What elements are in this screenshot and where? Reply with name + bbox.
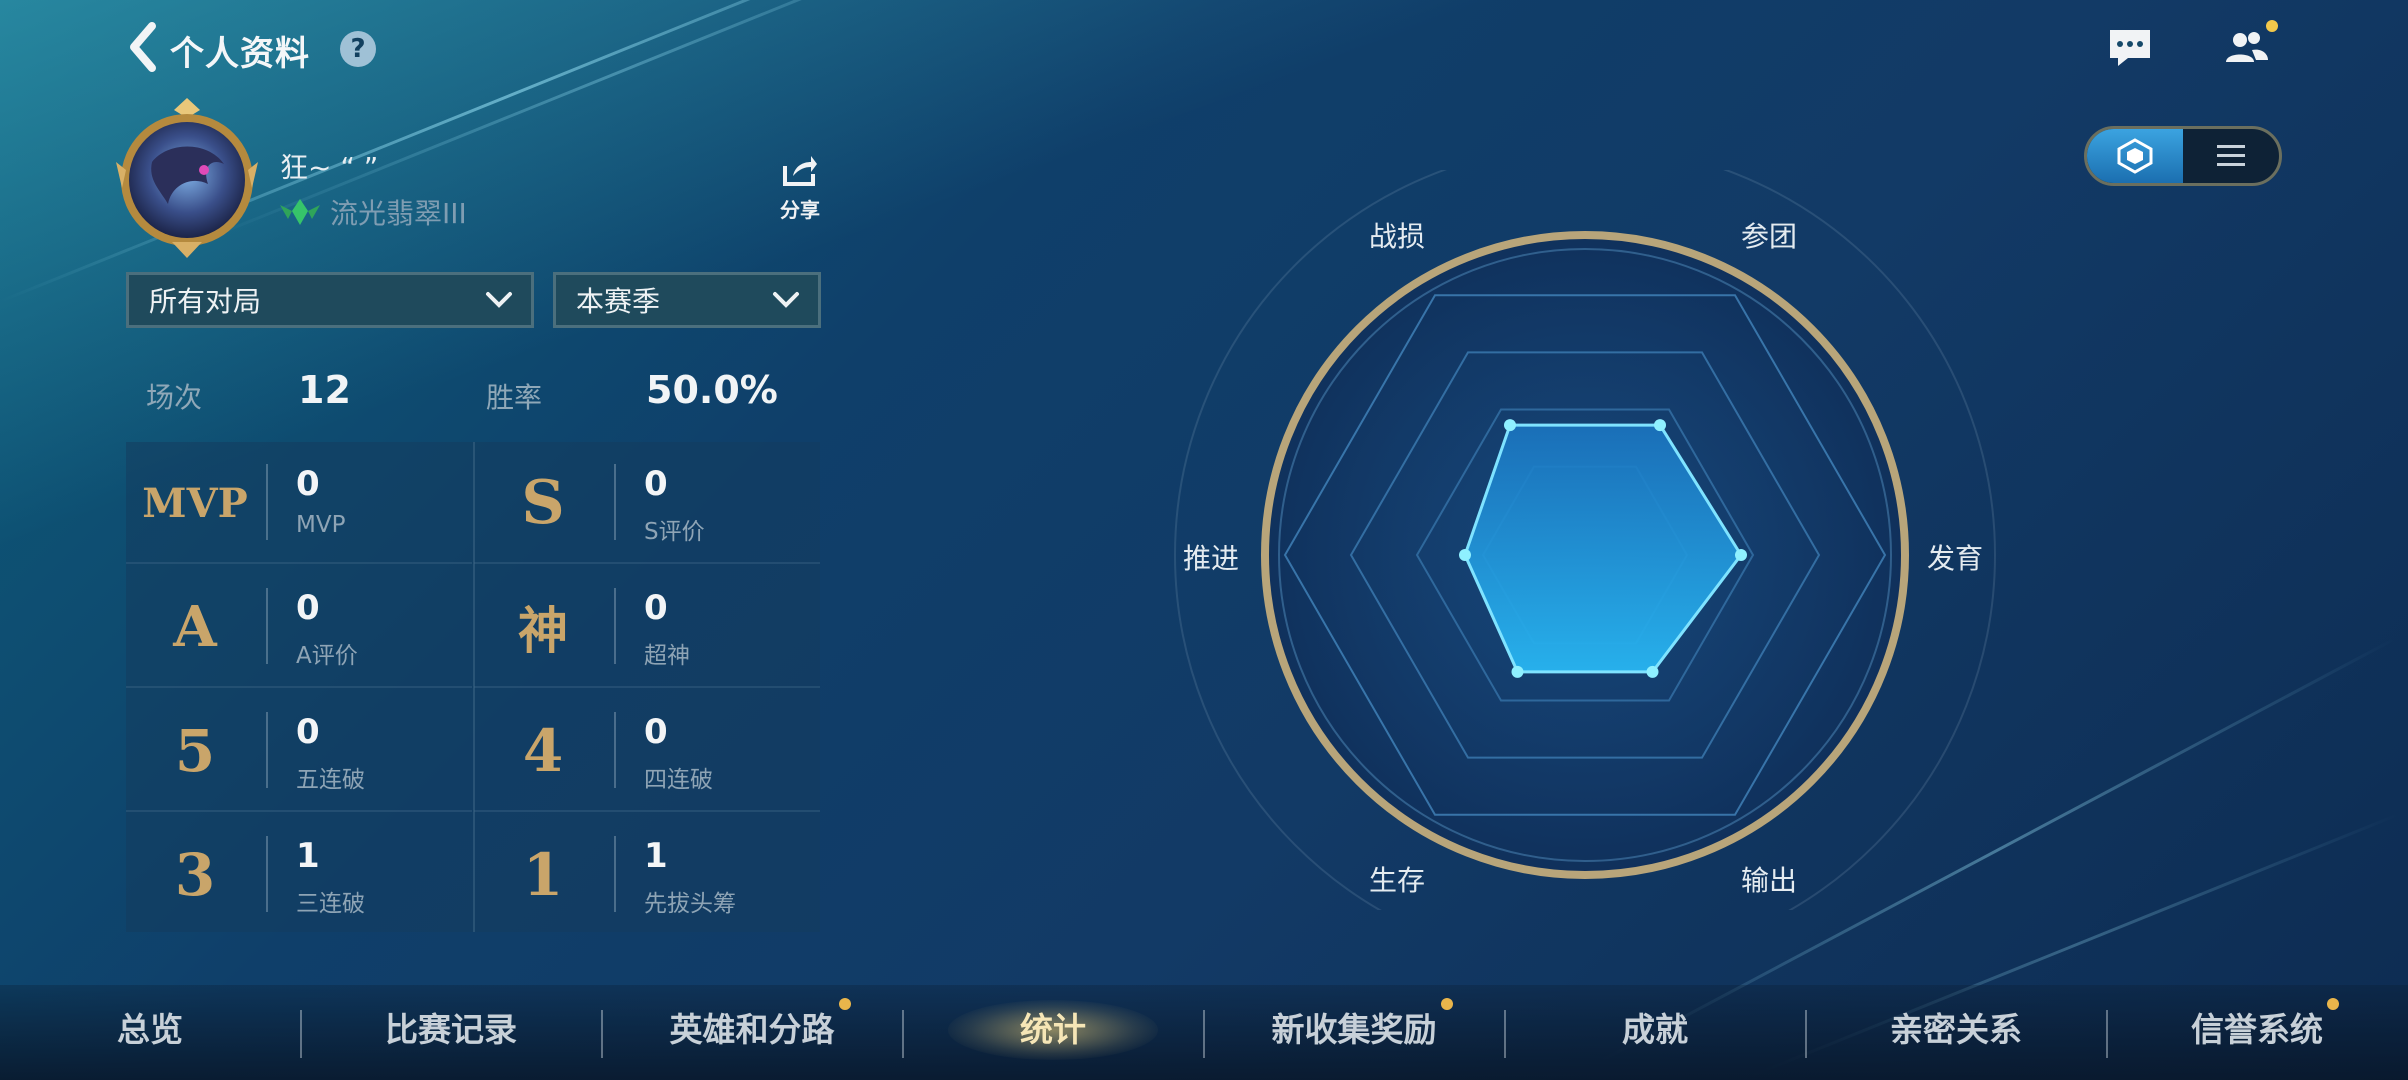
- friends-icon: [2226, 32, 2268, 62]
- radar-axis-label: 推进: [1183, 542, 1240, 575]
- tab-notification-dot: [2327, 998, 2339, 1010]
- chat-icon: [2110, 30, 2150, 66]
- chat-button[interactable]: [2106, 24, 2154, 72]
- stats-grid: MVP 0 MVP S 0 S评价 A 0 A评价 神 0 超神 5 0 五连破…: [126, 442, 820, 932]
- radar-axis-label: 参团: [1741, 219, 1798, 253]
- help-icon[interactable]: ?: [340, 31, 376, 67]
- tab-item[interactable]: 亲密关系: [1806, 1000, 2106, 1060]
- winrate-label: 胜率: [486, 381, 543, 414]
- stat-value: 0: [296, 588, 320, 628]
- stat-value: 0: [296, 464, 320, 504]
- rank-badge: 流光翡翠III: [278, 192, 467, 232]
- stat-cell-quadra-kill: 4 0 四连破: [474, 690, 820, 812]
- chevron-down-icon: [773, 292, 799, 308]
- stat-label: MVP: [296, 512, 346, 538]
- season-filter-dropdown[interactable]: 本赛季: [553, 272, 821, 328]
- radar-point: [1511, 665, 1524, 678]
- mvp-badge-icon: MVP: [142, 479, 248, 527]
- stat-label: 先拔头筹: [644, 891, 736, 917]
- list-icon: [2217, 145, 2245, 166]
- page-title: 个人资料: [170, 34, 310, 74]
- radar-axis-label: 发育: [1927, 542, 1984, 575]
- radar-point: [1504, 419, 1516, 432]
- radar-point: [1654, 419, 1666, 432]
- season-filter-value: 本赛季: [576, 285, 661, 318]
- radar-svg: [1174, 144, 1996, 966]
- matches-label: 场次: [146, 381, 203, 414]
- ability-radar-chart: 参团发育输出 生存 推进 战损: [1150, 144, 2020, 966]
- first-blood-badge-icon: 1: [522, 841, 564, 909]
- tab-item[interactable]: 比赛记录: [301, 1000, 601, 1060]
- notification-dot: [2266, 20, 2278, 32]
- tab-item[interactable]: 新收集奖励: [1204, 1000, 1504, 1060]
- stat-label: A评价: [296, 643, 358, 669]
- share-icon: [783, 156, 817, 186]
- winrate-value: 50.0%: [646, 368, 778, 412]
- friends-button[interactable]: [2222, 20, 2278, 72]
- tab-notification-dot: [839, 998, 851, 1010]
- stat-value: 0: [644, 588, 668, 628]
- penta-badge-icon: 5: [174, 717, 216, 785]
- stat-cell-godlike: 神 0 超神: [474, 566, 820, 688]
- stat-label: 五连破: [296, 767, 365, 793]
- tab-item[interactable]: 总览: [0, 1000, 300, 1060]
- radar-point: [1646, 665, 1659, 678]
- chevron-down-icon: [486, 292, 512, 308]
- tab-item[interactable]: 统计: [903, 1000, 1203, 1060]
- radar-axis-label: 输出: [1741, 864, 1798, 898]
- triple-badge-icon: 3: [174, 841, 216, 909]
- stat-value: 0: [644, 712, 668, 752]
- stat-cell-s-rating: S 0 S评价: [474, 442, 820, 564]
- tab-notification-dot: [1441, 998, 1453, 1010]
- stat-label: S评价: [644, 519, 705, 545]
- view-toggle[interactable]: [2084, 126, 2282, 186]
- radar-axis-label: 战损: [1369, 219, 1426, 253]
- s-badge-icon: S: [521, 468, 565, 538]
- stat-cell-triple-kill: 3 1 三连破: [126, 814, 472, 936]
- stat-cell-a-rating: A 0 A评价: [126, 566, 472, 688]
- stat-value: 0: [644, 464, 668, 504]
- stat-value: 1: [644, 836, 668, 876]
- mode-filter-value: 所有对局: [149, 285, 262, 318]
- radar-view-button[interactable]: [2087, 129, 2183, 183]
- godlike-badge-icon: 神: [518, 601, 568, 660]
- share-button[interactable]: 分享: [776, 152, 824, 223]
- radar-point: [1459, 549, 1471, 561]
- list-view-button[interactable]: [2183, 129, 2279, 183]
- stat-cell-first-blood: 1 1 先拔头筹: [474, 814, 820, 936]
- stat-label: 四连破: [644, 767, 713, 793]
- username: 狂~ “ ”: [280, 151, 379, 184]
- radar-axis-label: 生存: [1369, 864, 1426, 898]
- stat-value: 1: [296, 836, 320, 876]
- stat-label: 超神: [644, 643, 690, 669]
- mode-filter-dropdown[interactable]: 所有对局: [126, 272, 534, 328]
- emerald-rank-icon: [280, 199, 320, 225]
- share-label: 分享: [780, 198, 820, 222]
- tab-item[interactable]: 英雄和分路: [602, 1000, 902, 1060]
- a-badge-icon: A: [173, 594, 217, 660]
- stat-cell-mvp: MVP 0 MVP: [126, 442, 472, 564]
- hexagon-icon: [2117, 138, 2153, 174]
- stat-label: 三连破: [296, 891, 365, 917]
- rank-label: 流光翡翠III: [330, 197, 467, 230]
- back-button[interactable]: [124, 22, 164, 72]
- stat-value: 0: [296, 712, 320, 752]
- tab-item[interactable]: 成就: [1505, 1000, 1805, 1060]
- stat-cell-penta-kill: 5 0 五连破: [126, 690, 472, 812]
- tab-item[interactable]: 信誉系统: [2107, 1000, 2407, 1060]
- chevron-left-icon: [130, 22, 156, 72]
- radar-point: [1735, 549, 1747, 561]
- quadra-badge-icon: 4: [522, 717, 564, 785]
- avatar[interactable]: [112, 92, 262, 262]
- matches-value: 12: [298, 368, 351, 412]
